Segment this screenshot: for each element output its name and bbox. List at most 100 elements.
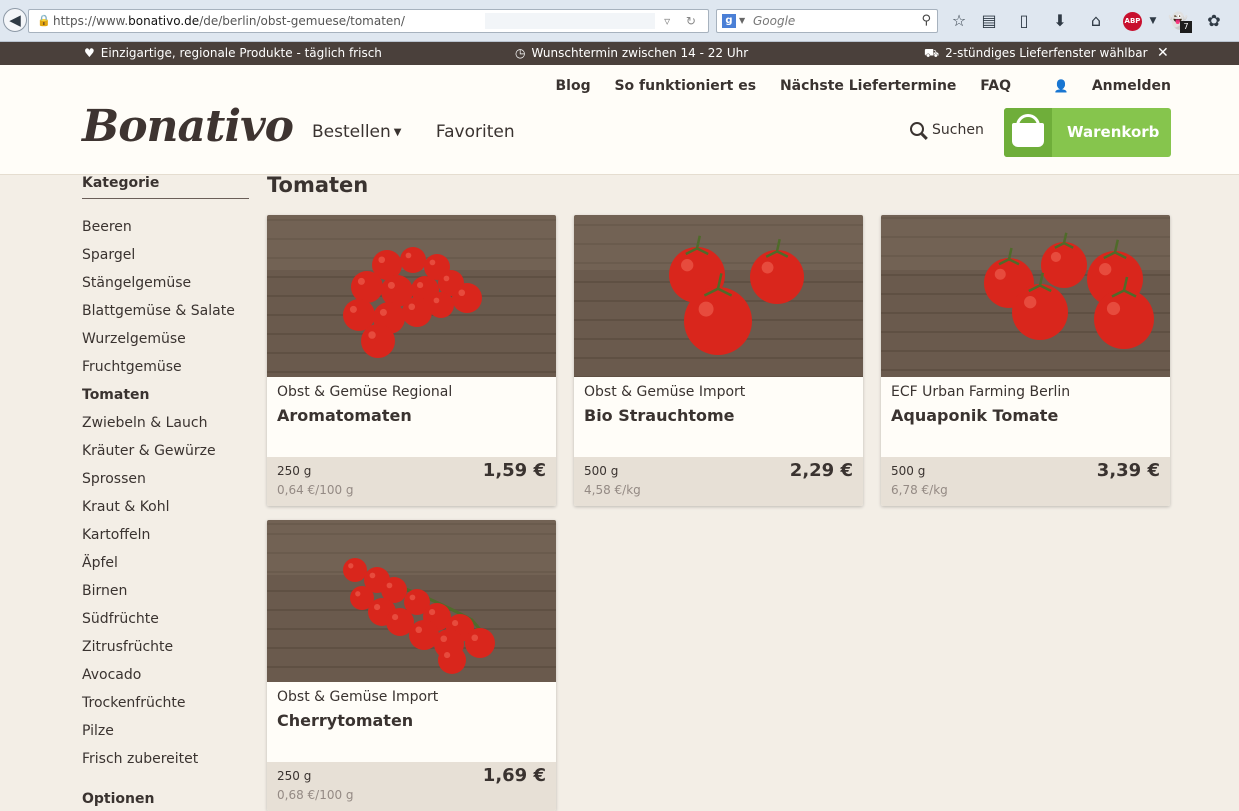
chevron-down-icon[interactable]: ▼ — [1143, 10, 1163, 32]
nav-order[interactable]: Bestellen ▼ — [312, 122, 402, 142]
magnifier-icon[interactable]: ⚲ — [921, 10, 931, 32]
product-price: 2,29 € — [789, 460, 853, 481]
browser-search-field[interactable]: g ▼ Google ⚲ — [716, 9, 938, 33]
product-card[interactable]: ECF Urban Farming Berlin Aquaponik Tomat… — [881, 215, 1170, 506]
category-item[interactable]: Sprossen — [82, 465, 249, 493]
product-weight: 500 g — [584, 464, 619, 478]
download-icon[interactable]: ⬇ — [1050, 10, 1070, 32]
category-item[interactable]: Fruchtgemüse — [82, 353, 249, 381]
category-item[interactable]: Wurzelgemüse — [82, 325, 249, 353]
back-arrow-icon[interactable]: ◀ — [3, 8, 27, 32]
bookmark-star-icon[interactable]: ☆ — [949, 10, 969, 32]
category-item[interactable]: Stängelgemüse — [82, 269, 249, 297]
product-name[interactable]: Bio Strauchtome — [584, 406, 735, 425]
category-item[interactable]: Kartoffeln — [82, 521, 249, 549]
basket-icon — [1004, 108, 1052, 157]
heart-icon: ♥ — [84, 46, 95, 60]
user-icon: 👤 — [1053, 79, 1069, 93]
info-item-delivery-window: ⛟ 2-stündiges Lieferfenster wählbar — [924, 42, 1148, 65]
category-item[interactable]: Kraut & Kohl — [82, 493, 249, 521]
address-bar-highlight — [485, 13, 655, 29]
product-name[interactable]: Aquaponik Tomate — [891, 406, 1058, 425]
search-label: Suchen — [932, 122, 984, 138]
category-list: Beeren Spargel Stängelgemüse Blattgemüse & … — [82, 213, 249, 773]
close-icon[interactable]: ✕ — [1157, 42, 1169, 65]
truck-icon: ⛟ — [924, 46, 940, 60]
info-text: 2-stündiges Lieferfenster wählbar — [945, 46, 1148, 60]
category-item[interactable]: Birnen — [82, 577, 249, 605]
category-item[interactable]: Spargel — [82, 241, 249, 269]
product-image[interactable] — [574, 215, 863, 377]
info-text: Wunschtermin zwischen 14 - 22 Uhr — [531, 46, 749, 60]
category-item[interactable]: Frisch zubereitet — [82, 745, 249, 773]
category-item[interactable]: Beeren — [82, 213, 249, 241]
product-card[interactable]: Obst & Gemüse Import Bio Strauchtome 500… — [574, 215, 863, 506]
sidebar-icon[interactable]: ▯ — [1014, 10, 1034, 32]
top-links: Blog So funktioniert es Nächste Lieferte… — [536, 78, 1171, 94]
extension-icon[interactable]: ✿ — [1204, 10, 1224, 32]
product-footer: 250 g 0,68 €/100 g 1,69 € — [267, 762, 556, 811]
category-item[interactable]: Südfrüchte — [82, 605, 249, 633]
category-item[interactable]: Kräuter & Gewürze — [82, 437, 249, 465]
address-bar[interactable]: 🔒 https://www.bonativo.de/de/berlin/obst… — [28, 9, 709, 33]
reading-list-icon[interactable]: ▤ — [979, 10, 999, 32]
category-sidebar: Kategorie Beeren Spargel Stängelgemüse Blat… — [82, 175, 249, 773]
product-unit-price: 0,64 €/100 g — [277, 483, 354, 497]
link-faq[interactable]: FAQ — [980, 78, 1011, 94]
category-item[interactable]: Blattgemüse & Salate — [82, 297, 249, 325]
login-link[interactable]: 👤 Anmelden — [1035, 78, 1171, 94]
ghostery-count-badge: 7 — [1180, 21, 1192, 33]
browser-toolbar: ◀ 🔒 https://www.bonativo.de/de/berlin/ob… — [0, 0, 1239, 42]
product-name[interactable]: Cherrytomaten — [277, 711, 413, 730]
google-icon[interactable]: g — [722, 14, 736, 28]
tomato-photo — [881, 215, 1170, 377]
category-item[interactable]: Avocado — [82, 661, 249, 689]
product-image[interactable] — [881, 215, 1170, 377]
product-unit-price: 6,78 €/kg — [891, 483, 948, 497]
product-price: 1,69 € — [482, 765, 546, 786]
category-item[interactable]: Tomaten — [82, 381, 249, 409]
sidebar-title: Kategorie — [82, 175, 249, 199]
product-card[interactable]: Obst & Gemüse Import Cherrytomaten 250 g… — [267, 520, 556, 811]
tomato-photo — [267, 215, 556, 377]
link-delivery-dates[interactable]: Nächste Liefertermine — [780, 78, 956, 94]
info-item-delivery-time: ◷ Wunschtermin zwischen 14 - 22 Uhr — [515, 42, 748, 65]
product-price: 3,39 € — [1096, 460, 1160, 481]
search-icon — [910, 122, 924, 136]
category-item[interactable]: Zitrusfrüchte — [82, 633, 249, 661]
category-item[interactable]: Zwiebeln & Lauch — [82, 409, 249, 437]
adblock-plus-icon[interactable]: ABP — [1123, 12, 1142, 31]
product-footer: 500 g 4,58 €/kg 2,29 € — [574, 457, 863, 506]
page-title: Tomaten — [267, 173, 369, 197]
product-name[interactable]: Aromatomaten — [277, 406, 412, 425]
product-supplier: ECF Urban Farming Berlin — [891, 384, 1071, 400]
product-footer: 500 g 6,78 €/kg 3,39 € — [881, 457, 1170, 506]
tomato-photo — [267, 520, 556, 682]
product-unit-price: 4,58 €/kg — [584, 483, 641, 497]
cart-button[interactable]: Warenkorb — [1004, 108, 1171, 157]
nav-order-label: Bestellen — [312, 122, 391, 142]
search-button[interactable]: Suchen — [910, 122, 984, 138]
chevron-down-icon[interactable]: ▼ — [739, 10, 745, 32]
info-item-regional: ♥ Einzigartige, regionale Produkte - tägl… — [84, 42, 382, 65]
product-supplier: Obst & Gemüse Regional — [277, 384, 453, 400]
link-blog[interactable]: Blog — [555, 78, 590, 94]
nav-favorites[interactable]: Favoriten — [436, 122, 515, 142]
category-item[interactable]: Pilze — [82, 717, 249, 745]
category-item[interactable]: Äpfel — [82, 549, 249, 577]
product-image[interactable] — [267, 215, 556, 377]
category-item[interactable]: Trockenfrüchte — [82, 689, 249, 717]
lock-icon: 🔒 — [37, 14, 51, 27]
product-footer: 250 g 0,64 €/100 g 1,59 € — [267, 457, 556, 506]
link-how-it-works[interactable]: So funktioniert es — [614, 78, 756, 94]
search-placeholder: Google — [753, 14, 796, 28]
product-weight: 500 g — [891, 464, 926, 478]
logo[interactable]: Bonativo — [82, 101, 294, 153]
product-image[interactable] — [267, 520, 556, 682]
product-card[interactable]: Obst & Gemüse Regional Aromatomaten 250 … — [267, 215, 556, 506]
reload-icon[interactable]: ▿ ↻ — [664, 10, 702, 32]
login-label: Anmelden — [1091, 78, 1171, 94]
product-supplier: Obst & Gemüse Import — [584, 384, 746, 400]
home-icon[interactable]: ⌂ — [1086, 10, 1106, 32]
site-header: Blog So funktioniert es Nächste Lieferte… — [0, 65, 1239, 175]
